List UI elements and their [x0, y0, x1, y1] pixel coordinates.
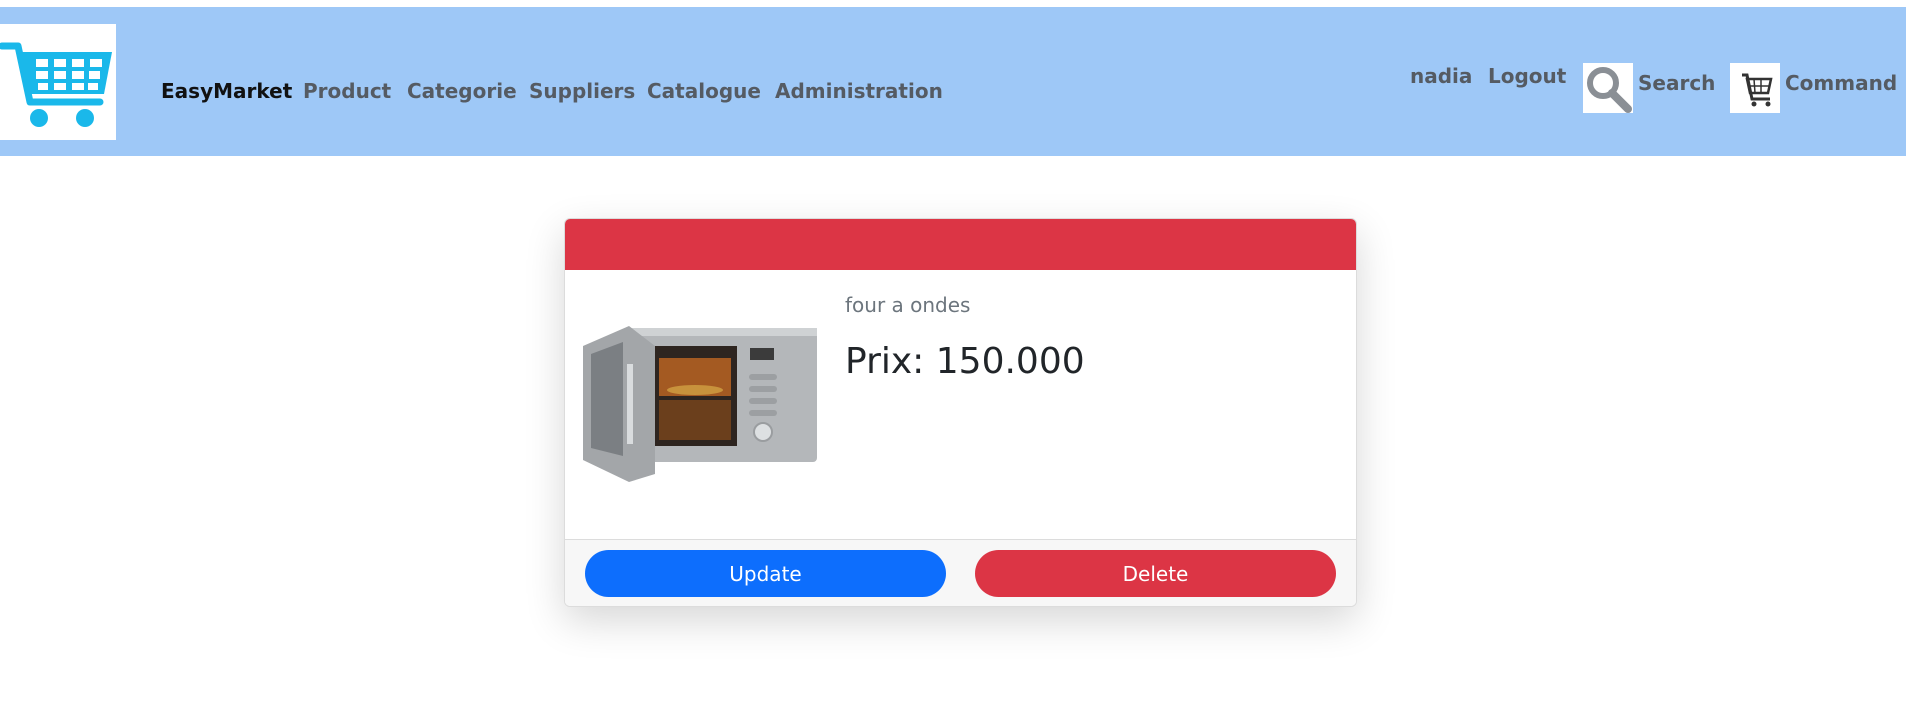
nav-product[interactable]: Product	[303, 79, 391, 103]
product-price: Prix: 150.000	[845, 341, 1085, 382]
user-name-link[interactable]: nadia	[1410, 64, 1472, 88]
logout-link[interactable]: Logout	[1488, 64, 1566, 88]
search-link[interactable]: Search	[1638, 71, 1715, 95]
nav-catalogue[interactable]: Catalogue	[647, 79, 761, 103]
command-link[interactable]: Command	[1785, 71, 1897, 95]
product-name: four a ondes	[845, 293, 971, 317]
product-card: four a ondes Prix: 150.000 Update Delete	[564, 218, 1357, 607]
delete-button[interactable]: Delete	[975, 550, 1336, 597]
nav-categorie[interactable]: Categorie	[407, 79, 517, 103]
card-footer: Update Delete	[565, 539, 1356, 606]
cart-icon[interactable]	[1730, 63, 1780, 113]
nav-administration[interactable]: Administration	[775, 79, 943, 103]
top-strip	[0, 0, 1906, 7]
update-button[interactable]: Update	[585, 550, 946, 597]
brand-link[interactable]: EasyMarket	[161, 79, 292, 103]
navbar: EasyMarket Product Categorie Suppliers C…	[0, 7, 1906, 156]
logo[interactable]	[0, 24, 116, 140]
microwave-image	[583, 326, 817, 482]
nav-suppliers[interactable]: Suppliers	[529, 79, 635, 103]
card-header	[565, 219, 1356, 270]
shopping-cart-logo-icon	[0, 42, 112, 127]
search-icon[interactable]	[1583, 63, 1633, 113]
